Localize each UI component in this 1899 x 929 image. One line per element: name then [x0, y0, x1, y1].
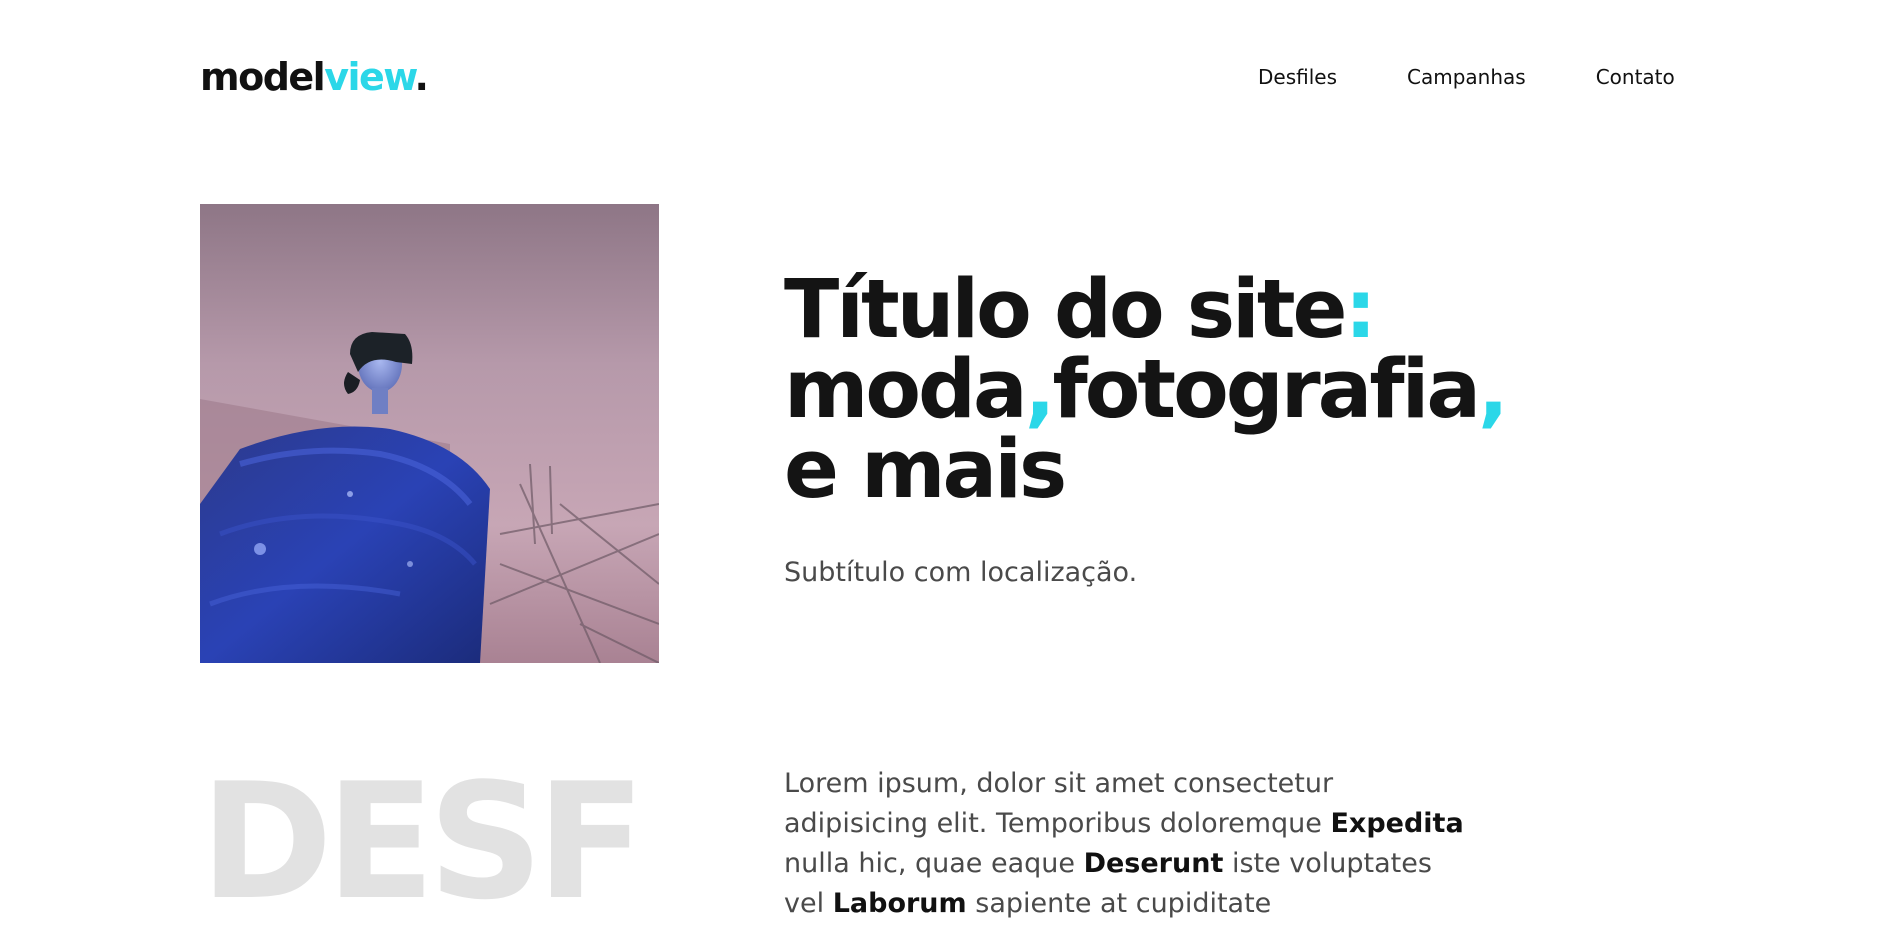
site-logo[interactable]: modelview.	[200, 52, 429, 102]
logo-text-view: view	[324, 55, 416, 99]
section-big-word: DESF	[200, 748, 646, 929]
hero-title: Título do site: moda,fotografia, e mais	[784, 270, 1509, 517]
section-body-text: Lorem ipsum, dolor sit amet consectetur …	[784, 764, 1464, 924]
logo-dot: .	[414, 55, 428, 99]
hero-title-line-2: moda,fotografia,	[784, 350, 1509, 431]
nav-link-campanhas[interactable]: Campanhas	[1407, 64, 1526, 90]
page: modelview. Desfiles Campanhas Contato Tí…	[0, 0, 1899, 929]
body-text-part-2: nulla hic, quae eaque	[784, 848, 1084, 879]
body-text-part-1: Lorem ipsum, dolor sit amet consectetur …	[784, 768, 1334, 839]
body-text-part-4: sapiente at cupiditate	[966, 888, 1272, 919]
hero-photo-illustration	[200, 204, 659, 663]
logo-text-model: model	[200, 55, 326, 99]
body-bold-deserunt: Deserunt	[1083, 848, 1224, 879]
hero-title-text-2b: fotografia	[1052, 343, 1481, 437]
hero-title-line-3: e mais	[784, 423, 1067, 517]
hero-title-comma-2: ,	[1478, 343, 1509, 437]
main-nav: Desfiles Campanhas Contato	[1258, 64, 1675, 90]
nav-link-contato[interactable]: Contato	[1596, 64, 1675, 90]
nav-link-desfiles[interactable]: Desfiles	[1258, 64, 1337, 90]
hero-subtitle: Subtítulo com localização.	[784, 557, 1138, 588]
body-bold-expedita: Expedita	[1330, 808, 1464, 839]
body-bold-laborum: Laborum	[832, 888, 967, 919]
hero-photo	[200, 204, 659, 663]
hero-title-line-1: Título do site:	[784, 270, 1506, 351]
